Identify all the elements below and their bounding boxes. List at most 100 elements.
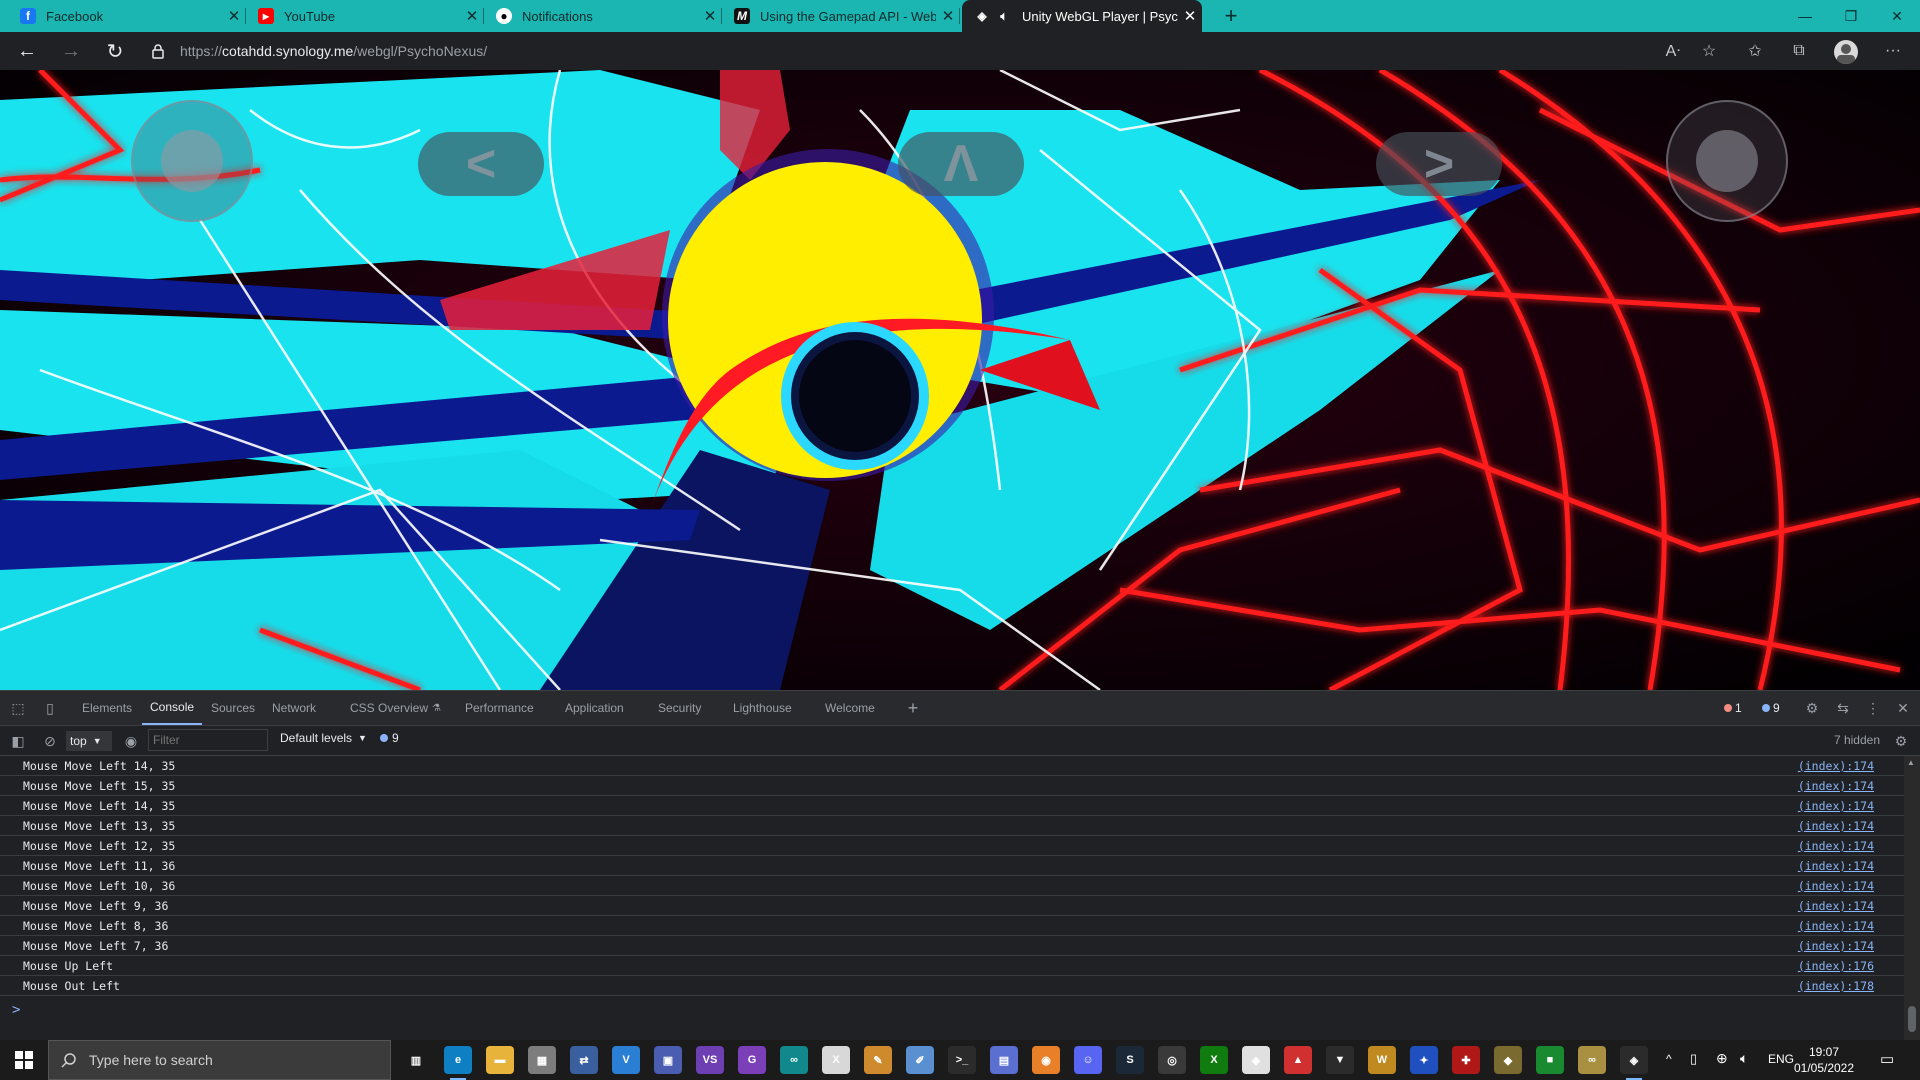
restore-button[interactable]: ❐ (1828, 0, 1874, 32)
game-gold-icon[interactable]: ◆ (1494, 1046, 1522, 1074)
live-expression-eye-icon[interactable]: ◉ (122, 732, 140, 750)
github-desktop-icon[interactable]: G (738, 1046, 766, 1074)
collections-icon[interactable]: ⧉ (1784, 37, 1814, 65)
photos-icon[interactable]: ▦ (528, 1046, 556, 1074)
tab-facebook[interactable]: f Facebook ✕ (8, 0, 246, 32)
vscode-icon[interactable]: V (612, 1046, 640, 1074)
more-options-icon[interactable]: ⋮ (1864, 699, 1882, 717)
source-link[interactable]: (index):174 (1798, 799, 1874, 813)
profile-avatar[interactable] (1834, 40, 1858, 64)
task-view-icon[interactable]: ▥ (402, 1046, 430, 1074)
tab-notifications[interactable]: ● Notifications ✕ (484, 0, 722, 32)
tab-gamepad-api[interactable]: M Using the Gamepad API - Web A ✕ (722, 0, 960, 32)
close-icon[interactable]: ✕ (698, 7, 722, 25)
sidebar-toggle-icon[interactable]: ◧ (9, 732, 27, 750)
tab-youtube[interactable]: ▶ YouTube ✕ (246, 0, 484, 32)
console-settings-gear-icon[interactable]: ⚙ (1892, 732, 1910, 750)
game-launcher-icon[interactable]: ▲ (1284, 1046, 1312, 1074)
file-explorer-icon[interactable]: ▬ (486, 1046, 514, 1074)
error-count-badge[interactable]: 1 (1724, 699, 1742, 717)
warcraft-icon[interactable]: W (1368, 1046, 1396, 1074)
virtualbox-icon[interactable]: ▣ (654, 1046, 682, 1074)
close-devtools-icon[interactable]: ✕ (1894, 699, 1912, 717)
console-prompt[interactable]: > (12, 1002, 20, 1018)
tab-application[interactable]: Application (565, 691, 624, 725)
right-joystick[interactable] (1666, 100, 1788, 222)
blender-icon[interactable]: ◉ (1032, 1046, 1060, 1074)
discord-icon[interactable]: ☺ (1074, 1046, 1102, 1074)
new-tab-button[interactable]: + (1208, 0, 1254, 32)
settings-gear-icon[interactable]: ⚙ (1803, 699, 1821, 717)
tab-network[interactable]: Network (272, 691, 316, 725)
clock[interactable]: 19:07 01/05/2022 (1784, 1044, 1864, 1076)
destiny-icon[interactable]: ▼ (1326, 1046, 1354, 1074)
clear-console-icon[interactable]: ⊘ (41, 732, 59, 750)
network-globe-icon[interactable]: ⊕ (1716, 1050, 1728, 1067)
address-bar[interactable]: https://cotahdd.synology.me/webgl/Psycho… (150, 35, 1640, 67)
source-link[interactable]: (index):174 (1798, 939, 1874, 953)
inspect-icon[interactable]: ⬚ (9, 699, 27, 717)
back-button[interactable]: ← (12, 37, 42, 65)
notes-icon[interactable]: ✐ (906, 1046, 934, 1074)
close-icon[interactable]: ✕ (222, 7, 246, 25)
start-button[interactable] (0, 1040, 48, 1080)
arduino-icon[interactable]: ∞ (780, 1046, 808, 1074)
minimize-button[interactable]: — (1782, 0, 1828, 32)
left-joystick-knob[interactable] (161, 130, 223, 192)
jump-button[interactable]: Λ (898, 132, 1024, 196)
lock-icon[interactable] (150, 43, 166, 59)
xbox-icon[interactable]: X (1200, 1046, 1228, 1074)
read-aloud-icon[interactable]: Aᐧ (1658, 37, 1688, 65)
source-link[interactable]: (index):176 (1798, 959, 1874, 973)
obs-icon[interactable]: ◎ (1158, 1046, 1186, 1074)
favorites-icon[interactable]: ✩ (1740, 37, 1770, 65)
steam-icon[interactable]: S (1116, 1046, 1144, 1074)
show-hidden-icons-icon[interactable]: ^ (1666, 1052, 1672, 1066)
left-joystick[interactable] (131, 100, 253, 222)
console-output[interactable]: Mouse Move Left 14, 35 (index):174 Mouse … (0, 756, 1920, 1040)
right-joystick-knob[interactable] (1696, 130, 1758, 192)
edge-icon[interactable]: e (444, 1046, 472, 1080)
issues-badge[interactable]: 9 (380, 731, 399, 745)
game-glasses-icon[interactable]: ∞ (1578, 1046, 1606, 1074)
scrollbar-thumb[interactable] (1908, 1006, 1916, 1032)
tab-sources[interactable]: Sources (211, 691, 255, 725)
source-link[interactable]: (index):174 (1798, 919, 1874, 933)
menu-icon[interactable]: ··· (1878, 37, 1908, 65)
source-link[interactable]: (index):174 (1798, 879, 1874, 893)
unity-icon[interactable]: ◈ (1620, 1046, 1648, 1080)
source-link[interactable]: (index):174 (1798, 779, 1874, 793)
more-tabs-add-icon[interactable]: + (904, 698, 922, 718)
battlenet-icon[interactable]: ✦ (1410, 1046, 1438, 1074)
speaker-icon[interactable]: 🔈︎ (996, 8, 1012, 24)
add-favorite-icon[interactable]: ☆ (1694, 37, 1724, 65)
tab-elements[interactable]: Elements (82, 691, 132, 725)
device-toolbar-icon[interactable]: ▯ (41, 699, 59, 717)
console-scrollbar[interactable]: ▲ (1904, 756, 1920, 1040)
network-tool-icon[interactable]: ⇄ (570, 1046, 598, 1074)
tab-css-overview[interactable]: CSS Overview ⚗ (350, 691, 441, 725)
move-left-button[interactable]: < (418, 132, 544, 196)
tab-welcome[interactable]: Welcome (825, 691, 875, 725)
unity-hub-icon[interactable]: ◈ (1242, 1046, 1270, 1074)
close-icon[interactable]: ✕ (936, 7, 960, 25)
source-link[interactable]: (index):178 (1798, 979, 1874, 993)
log-levels-dropdown[interactable]: Default levels ▼ (280, 731, 367, 745)
source-link[interactable]: (index):174 (1798, 759, 1874, 773)
tab-performance[interactable]: Performance (465, 691, 534, 725)
tab-lighthouse[interactable]: Lighthouse (733, 691, 792, 725)
tab-unity-webgl[interactable]: ◈ 🔈︎ Unity WebGL Player | Psych ✕ (962, 0, 1202, 32)
excel-tool-icon[interactable]: X (822, 1046, 850, 1074)
unity-webgl-canvas[interactable]: < Λ > (0, 70, 1920, 690)
message-count-badge[interactable]: 9 (1762, 699, 1780, 717)
scroll-up-icon[interactable]: ▲ (1907, 758, 1915, 767)
tab-console[interactable]: Console (142, 691, 203, 725)
close-icon[interactable]: ✕ (460, 7, 484, 25)
source-link[interactable]: (index):174 (1798, 819, 1874, 833)
source-link[interactable]: (index):174 (1798, 859, 1874, 873)
terminal-icon[interactable]: >_ (948, 1046, 976, 1074)
tab-security[interactable]: Security (658, 691, 701, 725)
dock-side-icon[interactable]: ⇆ (1834, 699, 1852, 717)
document-icon[interactable]: ▤ (990, 1046, 1018, 1074)
visual-studio-icon[interactable]: VS (696, 1046, 724, 1074)
